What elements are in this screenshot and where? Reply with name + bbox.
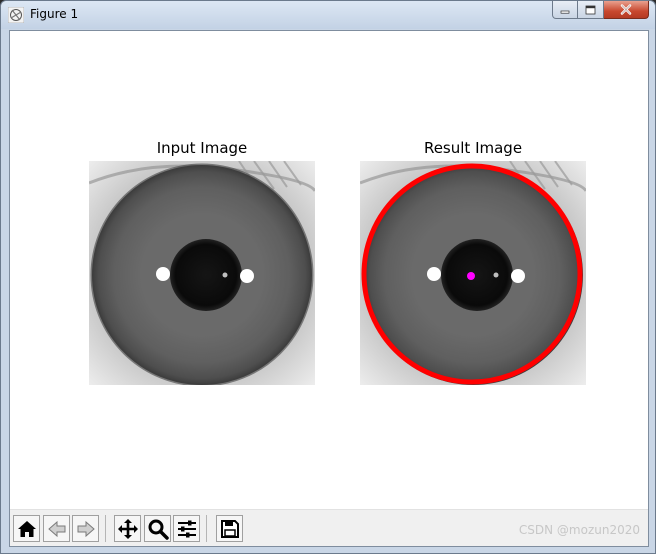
save-icon xyxy=(220,519,239,538)
toolbar-separator xyxy=(105,515,106,542)
home-icon xyxy=(17,520,36,537)
back-button[interactable] xyxy=(43,515,70,542)
close-button[interactable] xyxy=(604,1,649,19)
minimize-button[interactable] xyxy=(552,1,578,19)
toolbar-separator xyxy=(206,515,207,542)
window-title: Figure 1 xyxy=(30,7,79,21)
maximize-icon xyxy=(585,5,596,14)
zoom-icon xyxy=(148,519,169,540)
pan-button[interactable] xyxy=(114,515,141,542)
pupil-center-marker xyxy=(467,272,475,280)
figure-window: Figure 1 Input Image Result Image CSDN @… xyxy=(0,0,656,554)
navigation-toolbar: CSDN @mozun2020 xyxy=(10,509,648,546)
left-axes-title: Input Image xyxy=(156,139,248,157)
matplotlib-app-icon xyxy=(8,7,24,23)
result-image xyxy=(360,161,586,385)
figure-canvas[interactable]: Input Image Result Image CSDN @mozun2020 xyxy=(9,30,649,547)
title-bar[interactable]: Figure 1 xyxy=(1,1,655,29)
home-button[interactable] xyxy=(13,515,40,542)
minimize-icon xyxy=(560,10,570,14)
back-icon xyxy=(47,520,65,537)
right-axes-title: Result Image xyxy=(423,139,523,157)
input-image xyxy=(89,161,315,385)
close-icon xyxy=(620,4,632,15)
pan-icon xyxy=(117,518,138,539)
zoom-button[interactable] xyxy=(144,515,171,542)
save-button[interactable] xyxy=(216,515,243,542)
configure-subplots-button[interactable] xyxy=(173,515,200,542)
forward-button[interactable] xyxy=(72,515,99,542)
watermark-text: CSDN @mozun2020 xyxy=(518,523,640,537)
configure-subplots-icon xyxy=(177,520,196,537)
forward-icon xyxy=(77,520,95,537)
maximize-button[interactable] xyxy=(578,1,604,19)
